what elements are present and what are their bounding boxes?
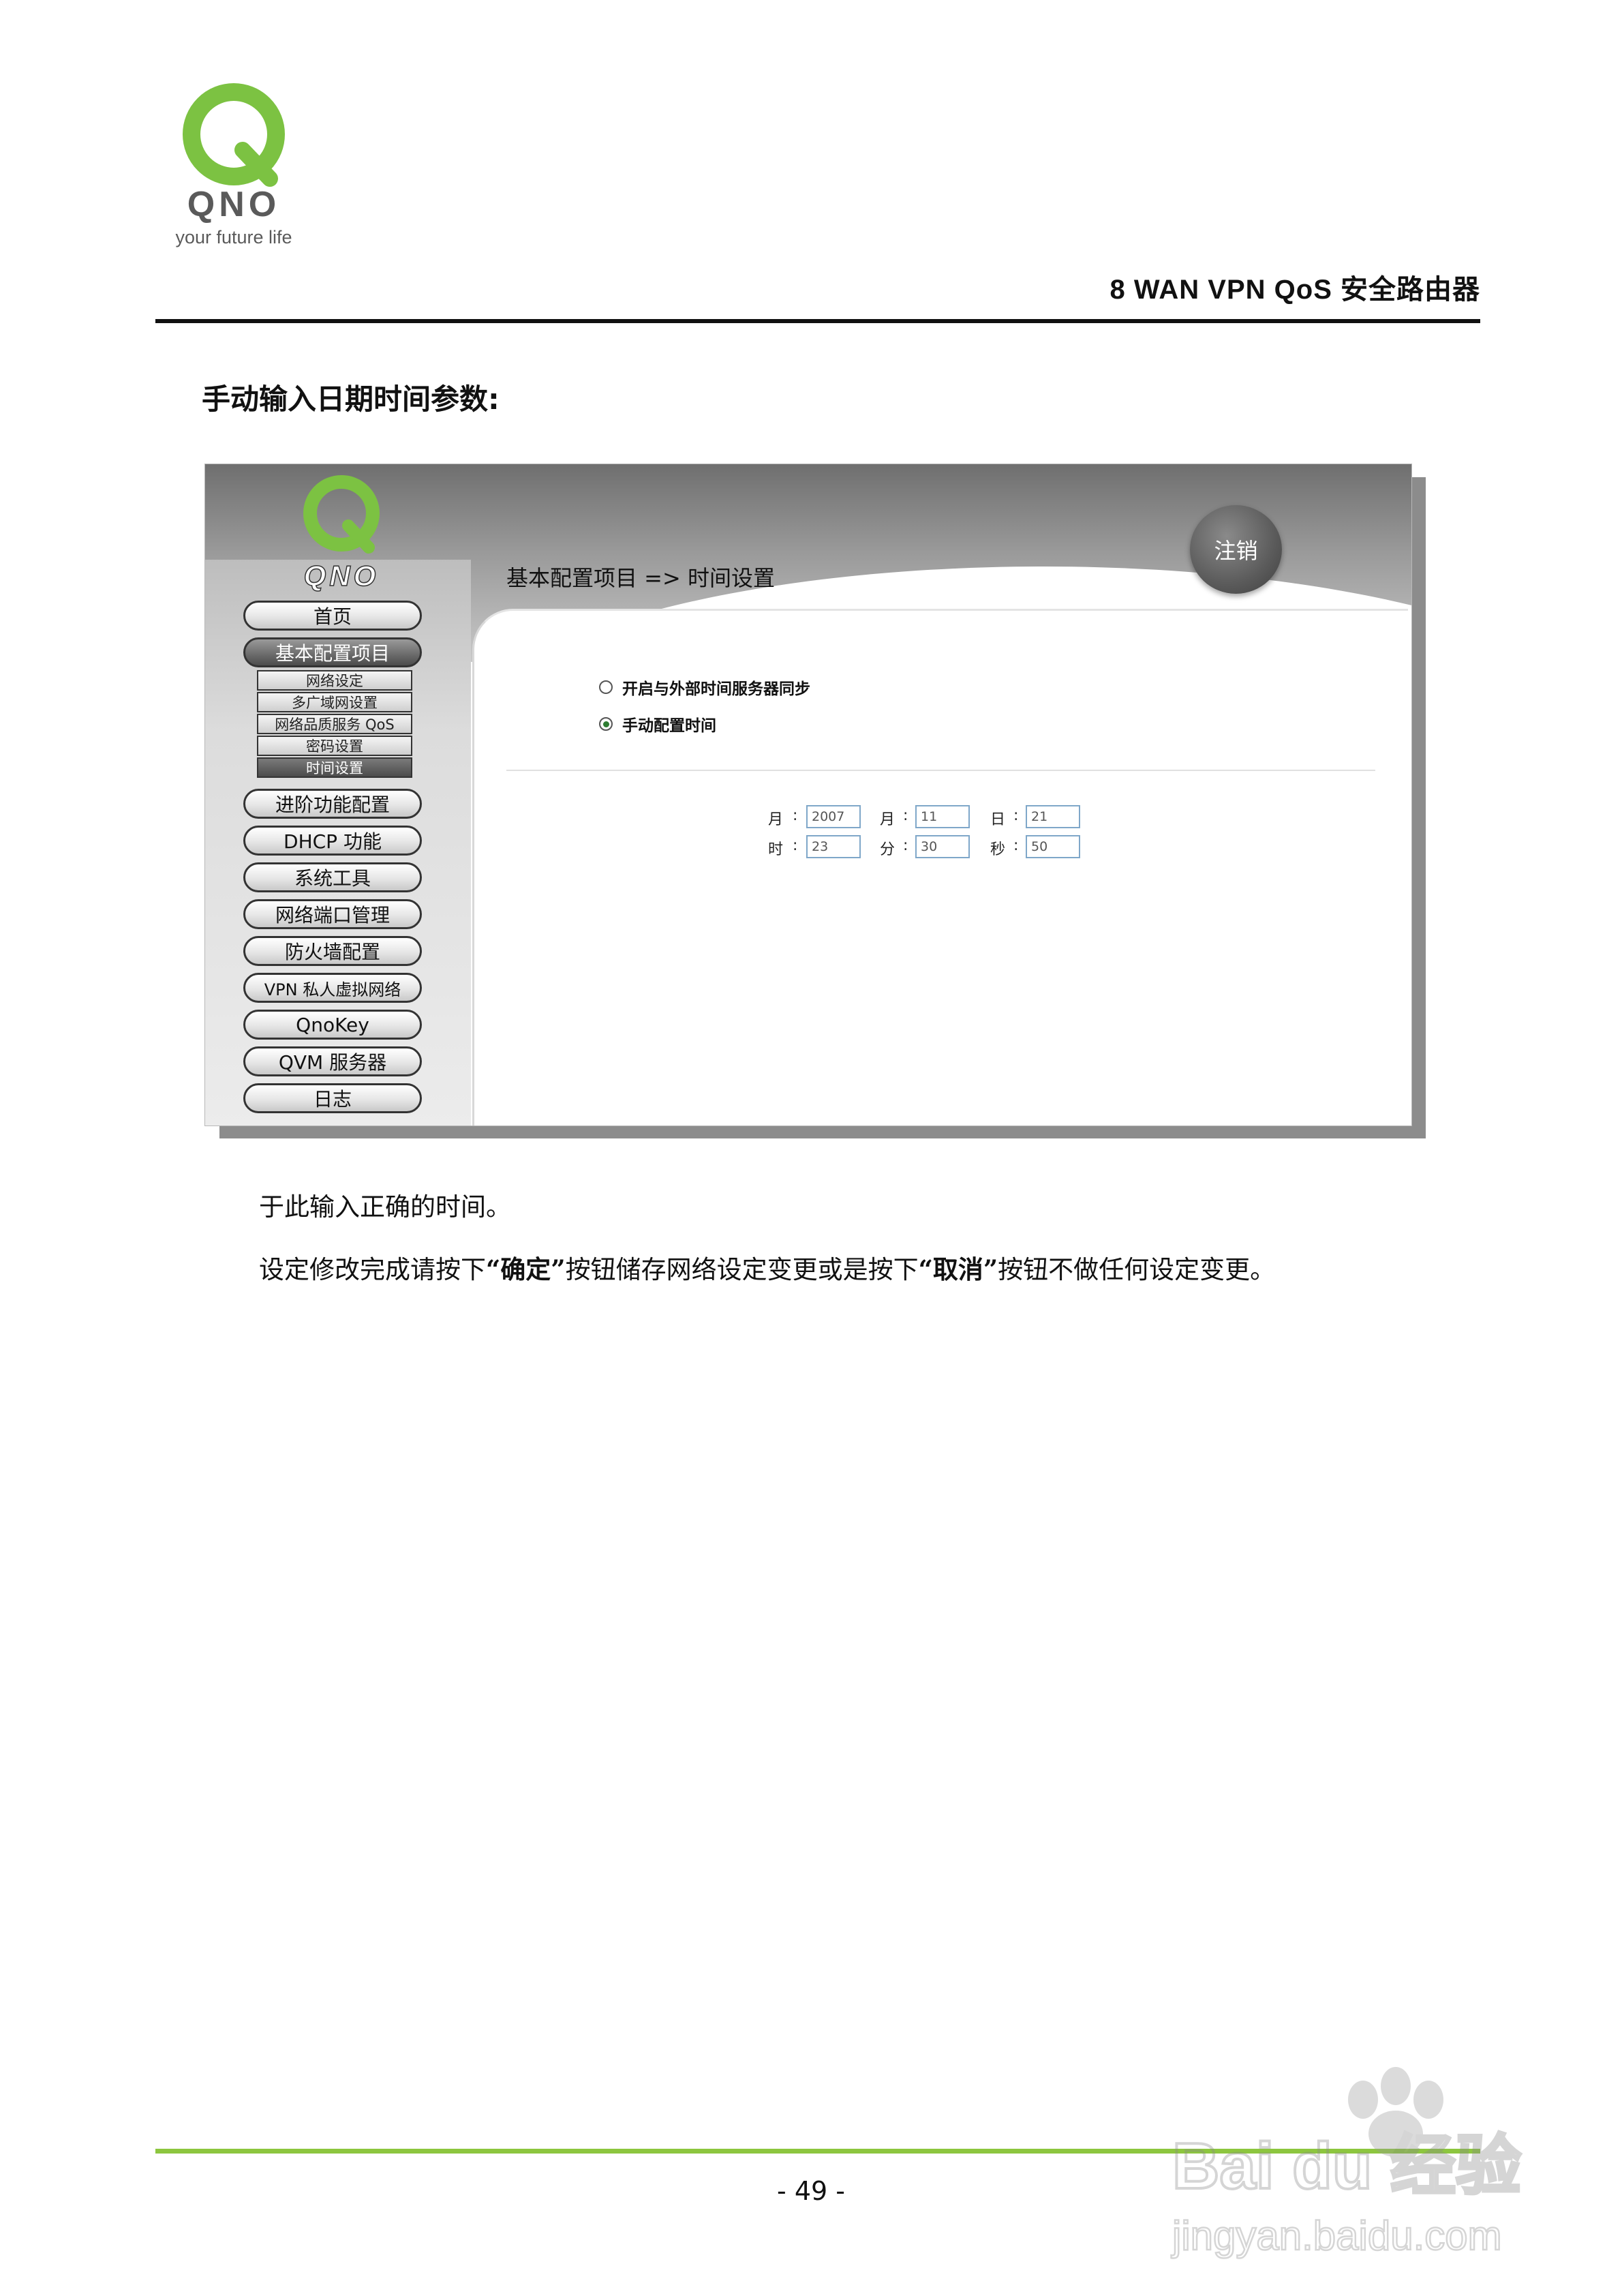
subnav-qos[interactable]: 网络品质服务 QoS bbox=[257, 714, 412, 734]
nav-home[interactable]: 首页 bbox=[243, 601, 422, 631]
day-separator: : bbox=[1013, 807, 1019, 824]
logout-button[interactable]: 注销 bbox=[1190, 505, 1282, 594]
subnav-password[interactable]: 密码设置 bbox=[257, 736, 412, 756]
svg-text:QNO: QNO bbox=[304, 560, 380, 592]
para2-text-b: 按钮储存网络设定变更或是按下 bbox=[565, 1255, 919, 1284]
second-input[interactable]: 50 bbox=[1026, 835, 1080, 858]
second-label: 秒 bbox=[990, 841, 1006, 858]
hour-separator: : bbox=[793, 837, 798, 854]
option-ntp-sync-label: 开启与外部时间服务器同步 bbox=[622, 680, 810, 698]
para2-text-a: 设定修改完成请按下 bbox=[259, 1255, 486, 1284]
minute-label: 分 bbox=[880, 841, 896, 858]
nav-port-management[interactable]: 网络端口管理 bbox=[243, 899, 422, 929]
hour-input[interactable]: 23 bbox=[806, 835, 861, 858]
month-input[interactable]: 11 bbox=[915, 805, 970, 828]
nav-firewall[interactable]: 防火墙配置 bbox=[243, 936, 422, 966]
screenshot-qno-logo: QNO bbox=[303, 475, 380, 593]
month-label: 月 bbox=[880, 811, 896, 828]
nav-system-tools[interactable]: 系统工具 bbox=[243, 862, 422, 892]
content-divider bbox=[506, 770, 1375, 771]
ok-button-reference: “确定” bbox=[486, 1254, 566, 1284]
month-separator: : bbox=[903, 807, 908, 824]
option-manual-time[interactable]: 手动配置时间 bbox=[599, 712, 716, 736]
second-separator: : bbox=[1013, 837, 1019, 854]
year-separator: : bbox=[793, 807, 798, 824]
day-input[interactable]: 21 bbox=[1026, 805, 1080, 828]
document-header-title: 8 WAN VPN QoS 安全路由器 bbox=[1110, 275, 1480, 305]
nav-vpn[interactable]: VPN 私人虚拟网络 bbox=[243, 973, 422, 1003]
breadcrumb: 基本配置项目 => 时间设置 bbox=[506, 565, 775, 591]
svg-text:QNO: QNO bbox=[187, 185, 280, 224]
body-paragraph-1: 于此输入正确的时间。 bbox=[259, 1192, 511, 1222]
year-input[interactable]: 2007 bbox=[806, 805, 861, 828]
cancel-button-reference: “取消” bbox=[918, 1254, 998, 1284]
radio-manual-time[interactable] bbox=[599, 717, 613, 731]
subnav-time-settings[interactable]: 时间设置 bbox=[257, 757, 412, 778]
nav-log[interactable]: 日志 bbox=[243, 1083, 422, 1113]
svg-text:Bai du 经验: Bai du 经验 bbox=[1172, 2130, 1521, 2203]
para2-text-c: 按钮不做任何设定变更。 bbox=[998, 1255, 1276, 1284]
option-ntp-sync[interactable]: 开启与外部时间服务器同步 bbox=[599, 676, 810, 699]
nav-advanced-config[interactable]: 进阶功能配置 bbox=[243, 789, 422, 819]
baidu-watermark: Bai du 经验 jingyan.baidu.com bbox=[1170, 2067, 1522, 2259]
section-heading: 手动输入日期时间参数: bbox=[202, 382, 500, 416]
day-label: 日 bbox=[990, 811, 1006, 828]
nav-basic-config[interactable]: 基本配置项目 bbox=[243, 637, 422, 667]
header-divider bbox=[155, 319, 1480, 323]
radio-ntp-sync[interactable] bbox=[599, 680, 613, 694]
option-manual-time-label: 手动配置时间 bbox=[622, 717, 716, 735]
router-screenshot: QNO 注销 基本配置项目 => 时间设置 首页 基本配置项目 网络设定 多广域… bbox=[204, 464, 1412, 1126]
year-label: 月 bbox=[768, 811, 784, 828]
subnav-multi-wan[interactable]: 多广域网设置 bbox=[257, 692, 412, 712]
radio-selected-dot bbox=[602, 721, 609, 727]
svg-text:your future life: your future life bbox=[175, 227, 292, 247]
qno-logo: QNO your future life bbox=[175, 83, 292, 247]
hour-label: 时 bbox=[768, 841, 784, 858]
svg-text:jingyan.baidu.com: jingyan.baidu.com bbox=[1171, 2213, 1502, 2259]
subnav-network-settings[interactable]: 网络设定 bbox=[257, 670, 412, 691]
nav-qnokey[interactable]: QnoKey bbox=[243, 1010, 422, 1040]
nav-dhcp[interactable]: DHCP 功能 bbox=[243, 826, 422, 856]
minute-input[interactable]: 30 bbox=[915, 835, 970, 858]
nav-qvm-server[interactable]: QVM 服务器 bbox=[243, 1046, 422, 1076]
body-paragraph-2: 设定修改完成请按下“确定”按钮储存网络设定变更或是按下“取消”按钮不做任何设定变… bbox=[259, 1249, 1275, 1286]
minute-separator: : bbox=[903, 837, 908, 854]
